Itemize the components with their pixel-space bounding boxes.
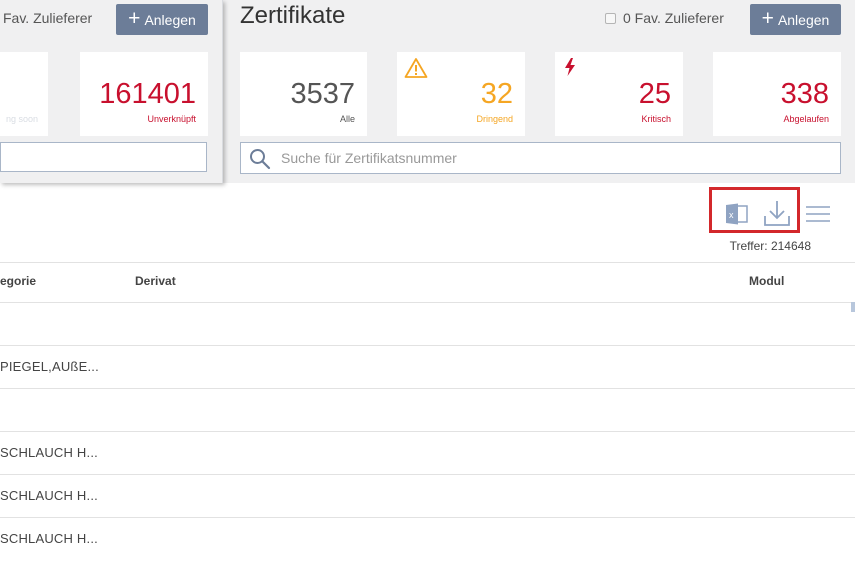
card-label: Abgelaufen [783, 114, 829, 124]
column-header-derivat[interactable]: Derivat [135, 274, 176, 288]
card-label: Dringend [476, 114, 513, 124]
card-label: Kritisch [641, 114, 671, 124]
anlegen-label: Anlegen [144, 11, 196, 28]
card-alle[interactable]: 3537 Alle [240, 52, 367, 136]
card-label: Alle [339, 114, 355, 124]
column-header-kategorie[interactable]: egorie [0, 274, 36, 288]
table-row[interactable]: PIEGEL,AUßE... [0, 346, 855, 389]
plus-icon: + [128, 7, 141, 30]
card-value: 32 [480, 78, 513, 110]
table-cell: SCHLAUCH H... [0, 445, 98, 460]
search-placeholder: Suche für Zertifikatsnummer [281, 150, 457, 166]
card-label: ng soon [5, 114, 38, 124]
search-input[interactable]: Suche für Zertifikatsnummer [240, 142, 841, 174]
table-row[interactable]: SCHLAUCH H... [0, 518, 855, 561]
card-kritisch[interactable]: 25 Kritisch [555, 52, 683, 136]
card-coming-soon[interactable]: ng soon [0, 52, 48, 136]
page-title: Zertifikate [240, 2, 346, 29]
anlegen-label: Anlegen [777, 11, 830, 28]
card-value: 25 [638, 78, 671, 110]
treffer-count: Treffer: 214648 [729, 239, 811, 253]
table-row[interactable] [0, 389, 855, 432]
anlegen-button-left[interactable]: + Anlegen [116, 4, 208, 35]
card-dringend[interactable]: 32 Dringend [397, 52, 525, 136]
card-value: 161401 [99, 78, 196, 110]
table-cell: SCHLAUCH H... [0, 488, 98, 503]
table-row[interactable] [0, 303, 855, 346]
menu-icon[interactable] [806, 205, 830, 228]
table-row[interactable]: SCHLAUCH H... [0, 432, 855, 475]
card-value: 3537 [290, 78, 355, 110]
table-row[interactable]: SCHLAUCH H... [0, 475, 855, 518]
plus-icon: + [761, 7, 774, 30]
card-unverknuepft[interactable]: 161401 Unverknüpft [80, 52, 208, 136]
highlight-box [709, 187, 800, 233]
warning-icon [404, 57, 428, 84]
search-icon [249, 148, 271, 175]
fav-zulieferer-label: 0 Fav. Zulieferer [623, 10, 724, 26]
left-panel: Fav. Zulieferer + Anlegen ng soon 161401… [0, 0, 223, 183]
divider [0, 262, 855, 263]
table-cell: SCHLAUCH H... [0, 531, 98, 546]
card-value: 338 [780, 78, 829, 110]
card-abgelaufen[interactable]: 338 Abgelaufen [713, 52, 841, 136]
table-cell: PIEGEL,AUßE... [0, 359, 99, 374]
anlegen-button[interactable]: + Anlegen [750, 4, 841, 35]
card-label: Unverknüpft [147, 114, 196, 124]
search-input-left[interactable] [0, 142, 207, 172]
column-header-modul[interactable]: Modul [749, 274, 784, 288]
fav-zulieferer-label: Fav. Zulieferer [3, 10, 93, 26]
fav-checkbox[interactable] [605, 13, 616, 24]
lightning-icon [562, 57, 578, 82]
